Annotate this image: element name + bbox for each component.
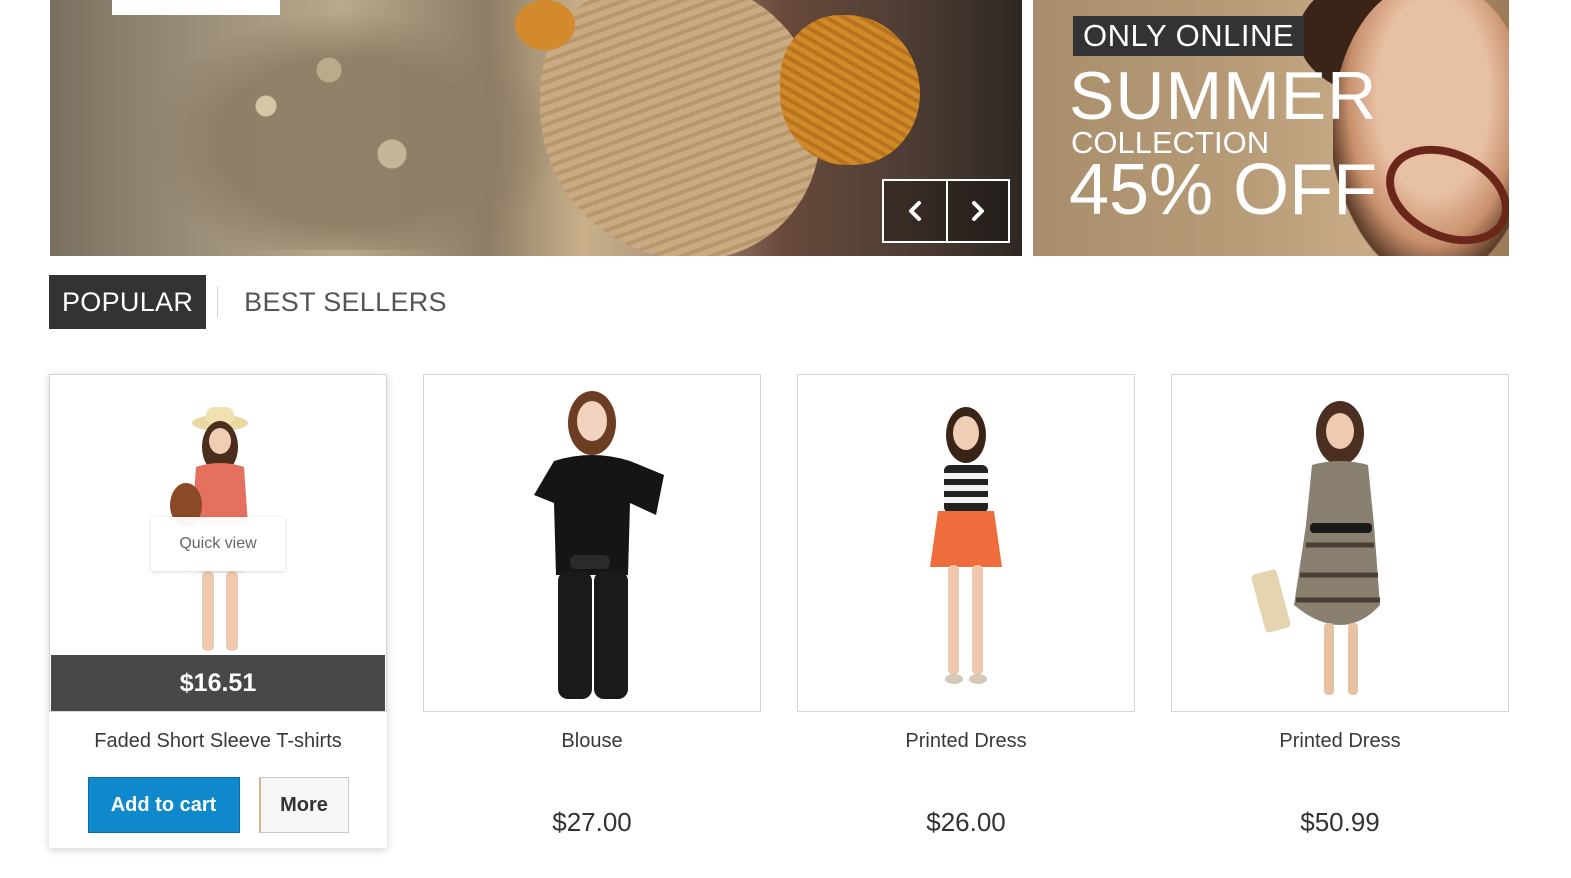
product-tabs: POPULAR BEST SELLERS — [49, 275, 460, 329]
slide-caption-tab — [112, 0, 280, 15]
product-price-overlay: $16.51 — [51, 655, 385, 711]
product-card: Quick view $16.51 Faded Short Sleeve T-s… — [49, 374, 387, 848]
chevron-right-icon — [972, 201, 984, 221]
tab-divider — [217, 286, 219, 318]
product-actions: Add to cart More — [49, 777, 387, 833]
tab-popular[interactable]: POPULAR — [49, 275, 207, 329]
product-image — [534, 391, 664, 699]
product-price: $26.00 — [926, 807, 1006, 837]
quick-view-button[interactable]: Quick view — [151, 517, 285, 571]
chevron-left-icon — [909, 201, 921, 221]
product-price: $27.00 — [552, 807, 632, 837]
promo-banner[interactable]: ONLY ONLINE SUMMER COLLECTION 45% OFF — [1033, 0, 1509, 256]
slider-next-button[interactable] — [946, 181, 1008, 241]
slide-image-mitten — [515, 0, 575, 50]
product-image-link[interactable] — [797, 374, 1135, 712]
slide-image-mitten — [780, 15, 920, 165]
product-price: $50.99 — [1300, 807, 1380, 837]
product-image-link[interactable] — [1171, 374, 1509, 712]
product-name[interactable]: Faded Short Sleeve T-shirts — [49, 730, 387, 753]
add-to-cart-button[interactable]: Add to cart — [87, 777, 240, 833]
product-image — [1251, 401, 1380, 695]
product-image — [930, 407, 1002, 684]
product-card: Printed Dress $26.00 — [797, 374, 1135, 838]
product-card: Printed Dress $50.99 — [1171, 374, 1509, 838]
slider-prev-button[interactable] — [884, 181, 946, 241]
product-name[interactable]: Blouse — [423, 730, 761, 753]
more-button[interactable]: More — [258, 777, 349, 833]
slider-navigation — [882, 179, 1010, 243]
homepage-slider — [50, 0, 1022, 256]
product-name[interactable]: Printed Dress — [797, 730, 1135, 753]
promo-discount: 45% OFF — [1069, 150, 1378, 230]
promo-badge: ONLY ONLINE — [1073, 16, 1305, 56]
tab-best-sellers[interactable]: BEST SELLERS — [242, 275, 460, 329]
product-card: Blouse $27.00 — [423, 374, 761, 838]
slide-image-scarf — [540, 0, 820, 256]
promo-headline: SUMMER — [1069, 58, 1378, 134]
product-image-link[interactable]: Quick view $16.51 — [49, 374, 387, 712]
slide-image-foliage — [140, 10, 560, 250]
product-name[interactable]: Printed Dress — [1171, 730, 1509, 753]
product-image-link[interactable] — [423, 374, 761, 712]
